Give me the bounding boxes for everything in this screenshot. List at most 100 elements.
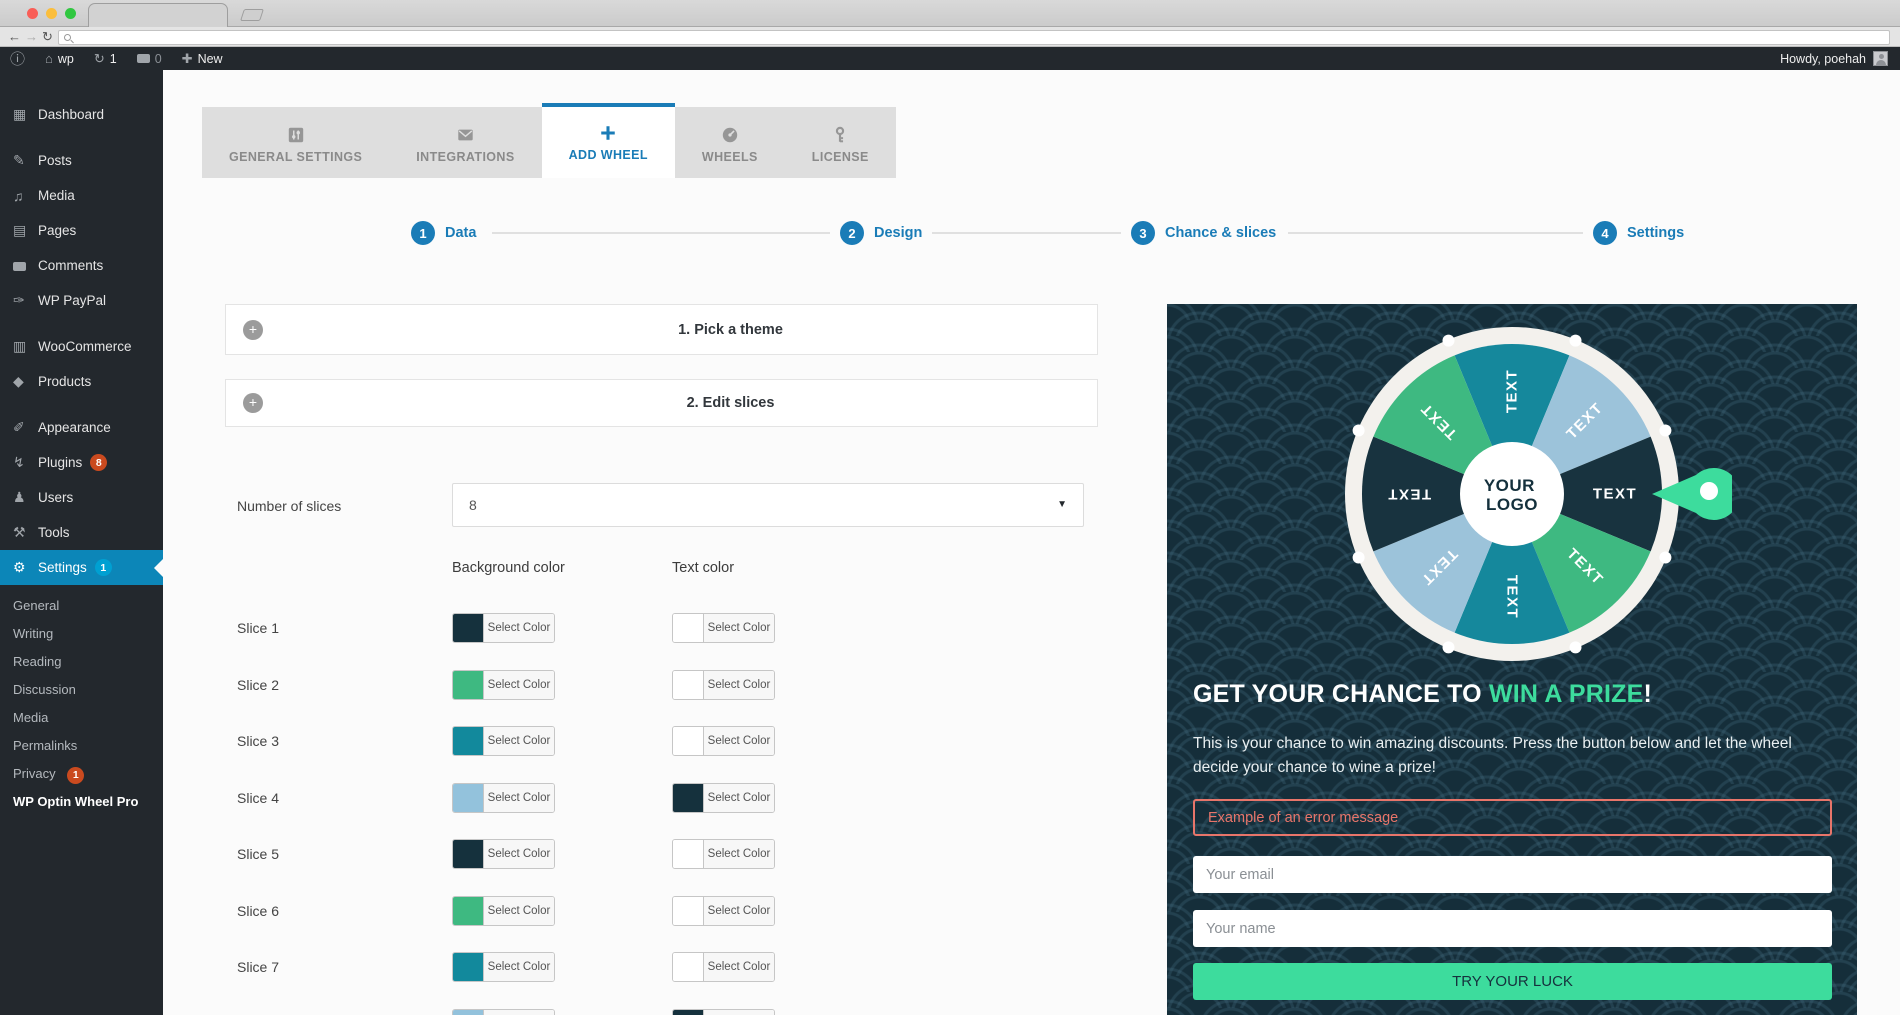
wordpress-logo-icon[interactable]: ⓘ (0, 47, 35, 70)
submenu-item-privacy[interactable]: Privacy 1 (0, 760, 163, 788)
select-color-button[interactable]: Select Color (703, 671, 774, 699)
slice-2-background-color-picker[interactable]: Select Color (452, 670, 555, 700)
error-message-field[interactable] (1193, 799, 1832, 836)
select-color-button[interactable]: Select Color (703, 727, 774, 755)
select-color-button[interactable]: Select Color (483, 784, 554, 812)
tab-wheels[interactable]: WHEELS (675, 107, 785, 178)
url-bar[interactable] (58, 30, 1890, 45)
select-color-button[interactable]: Select Color (483, 727, 554, 755)
back-button[interactable]: ← (8, 27, 21, 47)
name-field[interactable] (1193, 910, 1832, 947)
submenu-item-discussion[interactable]: Discussion (0, 676, 163, 704)
slice-3-background-color-picker[interactable]: Select Color (452, 726, 555, 756)
select-color-button[interactable]: Select Color (703, 840, 774, 868)
select-color-button[interactable]: Select Color (483, 614, 554, 642)
sidebar-item-label: Appearance (38, 420, 111, 435)
sidebar-item-media[interactable]: ♫ Media (0, 178, 163, 213)
number-of-slices-select[interactable]: 8 ▼ (452, 483, 1084, 527)
step-3-label[interactable]: Chance & slices (1165, 225, 1276, 241)
step-1-circle[interactable]: 1 (411, 221, 435, 245)
accordion-pick-theme[interactable]: + 1. Pick a theme (225, 304, 1098, 355)
tab-integrations[interactable]: INTEGRATIONS (389, 107, 541, 178)
email-field[interactable] (1193, 856, 1832, 893)
sidebar-item-plugins[interactable]: ↯ Plugins 8 (0, 445, 163, 480)
slice-6-text-color-picker[interactable]: Select Color (672, 896, 775, 926)
step-1-label[interactable]: Data (445, 225, 476, 241)
slice-4-background-color-picker[interactable]: Select Color (452, 783, 555, 813)
sidebar-item-label: Posts (38, 153, 72, 168)
reload-button[interactable]: ↻ (42, 27, 53, 47)
slice-5-text-color-picker[interactable]: Select Color (672, 839, 775, 869)
submenu-item-media[interactable]: Media (0, 704, 163, 732)
select-color-button[interactable]: Select Color (703, 784, 774, 812)
submenu-item-permalinks[interactable]: Permalinks (0, 732, 163, 760)
sidebar-item-wp-paypal[interactable]: ✑ WP PayPal (0, 283, 163, 318)
step-4-label[interactable]: Settings (1627, 225, 1684, 241)
new-tab-button[interactable] (240, 9, 264, 21)
sidebar-item-pages[interactable]: ▤ Pages (0, 213, 163, 248)
browser-toolbar: ← → ↻ (0, 27, 1900, 47)
sidebar-item-products[interactable]: ◆ Products (0, 364, 163, 399)
settings-icon: ⚙ (13, 559, 38, 576)
slice-1-text-color-picker[interactable]: Select Color (672, 613, 775, 643)
sidebar-item-woocommerce[interactable]: ▥ WooCommerce (0, 329, 163, 364)
sidebar-item-dashboard[interactable]: ▦ Dashboard (0, 97, 163, 132)
comments-link[interactable]: 0 (127, 47, 172, 70)
howdy-account-link[interactable]: Howdy, poehah (1780, 52, 1866, 66)
try-your-luck-button[interactable]: TRY YOUR LUCK (1193, 963, 1832, 1000)
minimize-window-button[interactable] (46, 8, 57, 19)
sidebar-item-tools[interactable]: ⚒ Tools (0, 515, 163, 550)
tab-license[interactable]: LICENSE (785, 107, 896, 178)
new-content-link[interactable]: ✚ New (172, 47, 233, 70)
select-color-button[interactable]: Select Color (703, 614, 774, 642)
select-color-button[interactable]: Select Color (483, 897, 554, 925)
forward-button[interactable]: → (25, 27, 38, 47)
tab-add-wheel[interactable]: ADD WHEEL (542, 103, 675, 178)
slice-2-text-color-picker[interactable]: Select Color (672, 670, 775, 700)
browser-tab[interactable] (88, 3, 228, 27)
select-color-button[interactable]: Select Color (483, 840, 554, 868)
step-2-circle[interactable]: 2 (840, 221, 864, 245)
slice-7-background-color-picker[interactable]: Select Color (452, 952, 555, 982)
updates-link[interactable]: ↻ 1 (84, 47, 127, 70)
slice-5-background-color-picker[interactable]: Select Color (452, 839, 555, 869)
sidebar-item-settings[interactable]: ⚙ Settings 1 (0, 550, 163, 585)
slice-8-background-color-picker[interactable]: Select Color (452, 1009, 555, 1015)
sidebar-item-comments[interactable]: Comments (0, 248, 163, 283)
plugin-tabs: GENERAL SETTINGS INTEGRATIONS ADD WHEEL … (202, 103, 896, 178)
sidebar-item-users[interactable]: ♟ Users (0, 480, 163, 515)
select-color-button[interactable]: Select Color (483, 1010, 554, 1015)
submenu-item-writing[interactable]: Writing (0, 620, 163, 648)
select-color-button[interactable]: Select Color (483, 953, 554, 981)
step-4-circle[interactable]: 4 (1593, 221, 1617, 245)
slice-6-background-color-picker[interactable]: Select Color (452, 896, 555, 926)
sidebar-item-label: Plugins (38, 455, 82, 470)
sidebar-item-posts[interactable]: ✎ Posts (0, 143, 163, 178)
headline-highlight: WIN A PRIZE (1489, 680, 1644, 708)
sidebar-item-appearance[interactable]: ✐ Appearance (0, 410, 163, 445)
sidebar-item-label: WooCommerce (38, 339, 132, 354)
submenu-item-general[interactable]: General (0, 592, 163, 620)
step-2-label[interactable]: Design (874, 225, 922, 241)
submenu-item-wp-optin-wheel-pro[interactable]: WP Optin Wheel Pro (0, 788, 163, 816)
select-color-button[interactable]: Select Color (703, 953, 774, 981)
select-color-button[interactable]: Select Color (483, 671, 554, 699)
slice-3-text-color-picker[interactable]: Select Color (672, 726, 775, 756)
accordion-edit-slices[interactable]: + 2. Edit slices (225, 379, 1098, 427)
select-color-button[interactable]: Select Color (703, 897, 774, 925)
wheel-logo-line1: YOUR (1484, 476, 1535, 495)
submenu-item-reading[interactable]: Reading (0, 648, 163, 676)
maximize-window-button[interactable] (65, 8, 76, 19)
slice-7-text-color-picker[interactable]: Select Color (672, 952, 775, 982)
close-window-button[interactable] (27, 8, 38, 19)
slice-1-background-color-picker[interactable]: Select Color (452, 613, 555, 643)
sidebar-item-label: Tools (38, 525, 70, 540)
select-color-button[interactable]: Select Color (703, 1010, 774, 1015)
slice-8-text-color-picker[interactable]: Select Color (672, 1009, 775, 1015)
avatar[interactable] (1873, 51, 1888, 66)
site-home-link[interactable]: ⌂ wp (35, 47, 84, 70)
slice-4-text-color-picker[interactable]: Select Color (672, 783, 775, 813)
tab-general-settings[interactable]: GENERAL SETTINGS (202, 107, 389, 178)
step-3-circle[interactable]: 3 (1131, 221, 1155, 245)
dashboard-icon: ▦ (13, 106, 38, 123)
